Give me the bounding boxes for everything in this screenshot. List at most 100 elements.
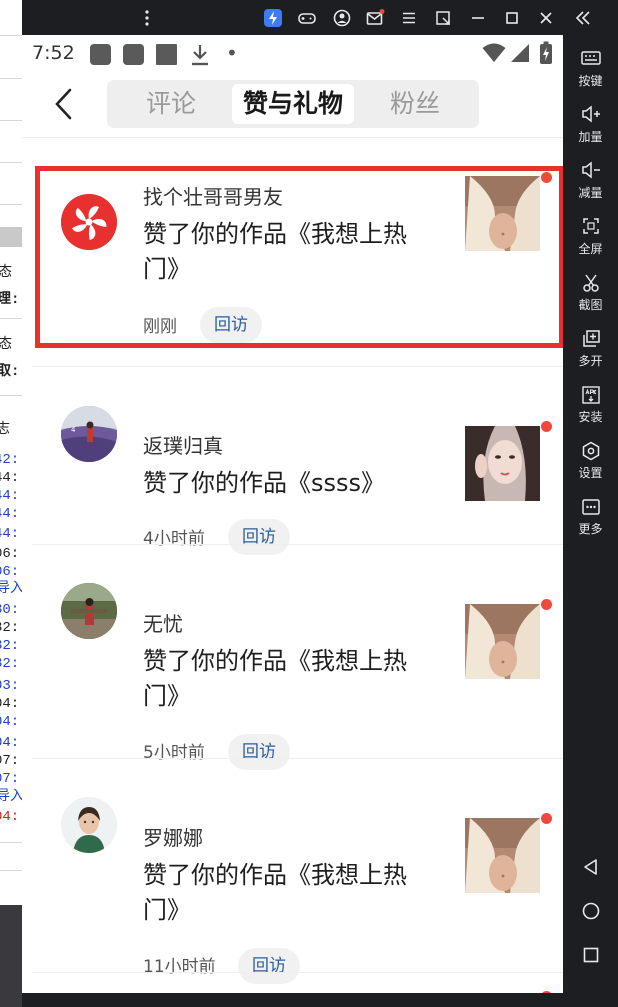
host-text-fragment: 志 — [0, 422, 10, 438]
sidebar-label: 按键 — [578, 74, 603, 88]
more-vert-icon[interactable] — [137, 8, 157, 28]
home-circle-icon[interactable] — [573, 901, 609, 929]
sidebar-settings-button[interactable]: 设置 — [563, 441, 618, 481]
sidebar-keymap-button[interactable]: 按键 — [563, 49, 618, 89]
mail-icon[interactable] — [365, 8, 385, 28]
tab-comments[interactable]: 评论 — [111, 84, 231, 124]
timestamp: 4小时前 — [143, 529, 205, 549]
selection-highlight — [35, 166, 563, 348]
host-text-fragment: 44: — [0, 488, 20, 504]
maximize-icon[interactable] — [502, 8, 522, 28]
back-button[interactable] — [50, 87, 80, 121]
thumbnail-image — [465, 604, 540, 679]
username[interactable]: 罗娜娜 — [143, 822, 203, 851]
notification-item[interactable]: 无忧 赞了你的作品《我想上热门》 5小时前 回访 — [22, 553, 563, 770]
post-thumbnail[interactable] — [465, 818, 540, 893]
host-text-fragment: 04: — [0, 809, 20, 825]
notification-app-icon — [123, 44, 144, 65]
sidebar-label: 更多 — [578, 522, 603, 536]
account-icon[interactable] — [332, 8, 352, 28]
post-thumbnail[interactable] — [465, 426, 540, 501]
like-message: 赞了你的作品《我想上热门》 — [143, 647, 407, 710]
avatar[interactable] — [61, 583, 117, 639]
resize-icon[interactable] — [433, 8, 453, 28]
chevron-left-icon — [55, 88, 72, 120]
host-text-fragment: 03: — [0, 678, 20, 694]
host-text-fragment: 07: — [0, 771, 20, 787]
avatar-photo: 4 — [61, 406, 117, 462]
bolt-icon[interactable] — [263, 8, 283, 28]
sidebar-fullscreen-button[interactable]: 全屏 — [563, 217, 618, 257]
host-text-fragment: 导入 — [0, 581, 22, 597]
avatar[interactable]: 4 — [61, 406, 117, 462]
host-text-fragment: 理: — [0, 292, 20, 308]
signal-icon — [510, 43, 530, 67]
host-row-band — [0, 227, 22, 247]
host-text-fragment: 32: — [0, 638, 20, 654]
multi-open-icon — [563, 329, 618, 351]
revisit-button[interactable]: 回访 — [228, 734, 290, 770]
close-icon[interactable] — [536, 8, 556, 28]
sidebar-label: 加量 — [578, 130, 603, 144]
status-dot: • — [226, 41, 238, 65]
svg-text:4: 4 — [71, 426, 76, 434]
host-text-fragment: 态 — [0, 337, 12, 353]
host-text-fragment: 44: — [0, 506, 20, 522]
thumbnail-image — [465, 426, 540, 501]
sidebar-label: 全屏 — [578, 242, 603, 256]
minimize-icon[interactable] — [468, 8, 488, 28]
keyboard-icon — [563, 49, 618, 71]
avatar-photo — [61, 583, 117, 639]
username[interactable]: 无忧 — [143, 608, 183, 637]
tab-bar: 评论 赞与礼物 粉丝 — [107, 80, 479, 128]
unread-dot — [541, 991, 552, 993]
tab-likes-gifts[interactable]: 赞与礼物 — [232, 84, 354, 124]
username[interactable]: 返璞归真 — [143, 430, 223, 459]
wifi-icon — [482, 43, 506, 67]
scissors-icon — [563, 273, 618, 295]
host-text-fragment: 06: — [0, 564, 20, 580]
host-text-fragment: 态 — [0, 265, 12, 281]
revisit-button[interactable]: 回访 — [228, 519, 290, 555]
avatar[interactable] — [61, 797, 117, 853]
header-divider — [22, 137, 563, 138]
recents-square-icon[interactable] — [573, 945, 609, 973]
sidebar-install-apk-button[interactable]: 安装 — [563, 385, 618, 425]
sidebar-volume-down-button[interactable]: 减量 — [563, 161, 618, 201]
notification-item[interactable]: 4 返璞归真 赞了你的作品《ssss》 4小时前 回访 — [22, 375, 563, 555]
notification-app-icon — [90, 44, 111, 65]
unread-dot — [541, 421, 552, 432]
fullscreen-icon — [563, 217, 618, 239]
row-divider — [32, 544, 563, 545]
back-triangle-icon[interactable] — [573, 857, 609, 885]
unread-dot — [541, 599, 552, 610]
collapse-icon[interactable] — [573, 8, 593, 28]
avatar-photo — [61, 797, 117, 853]
sidebar-volume-up-button[interactable]: 加量 — [563, 105, 618, 145]
sidebar-label: 截图 — [578, 298, 603, 312]
sidebar-label: 安装 — [578, 410, 603, 424]
menu-icon[interactable] — [399, 8, 419, 28]
emulator-titlebar — [22, 0, 618, 35]
host-text-fragment: 30: — [0, 602, 20, 618]
tab-fans[interactable]: 粉丝 — [355, 84, 475, 124]
host-text-fragment: 04: — [0, 714, 20, 730]
host-text-fragment: 44: — [0, 526, 20, 542]
host-text-fragment: 44: — [0, 470, 20, 486]
sidebar-label: 多开 — [578, 354, 603, 368]
sidebar-multi-open-button[interactable]: 多开 — [563, 329, 618, 369]
like-message: 赞了你的作品《ssss》 — [143, 469, 386, 497]
timestamp: 5小时前 — [143, 743, 205, 763]
gamepad-icon[interactable] — [297, 8, 317, 28]
host-text-fragment: 32: — [0, 620, 20, 636]
battery-icon — [539, 41, 553, 69]
post-thumbnail[interactable] — [465, 604, 540, 679]
sidebar-more-button[interactable]: 更多 — [563, 497, 618, 537]
host-text-fragment: 取: — [0, 364, 20, 380]
unread-dot — [541, 813, 552, 824]
host-window-background: 态 理: 态 取: 志 42: 44: 44: 44: 44: 06: 06: … — [0, 0, 22, 1007]
sidebar-screenshot-button[interactable]: 截图 — [563, 273, 618, 313]
revisit-button[interactable]: 回访 — [238, 948, 300, 984]
notification-item[interactable]: 罗娜娜 赞了你的作品《我想上热门》 11小时前 回访 — [22, 767, 563, 984]
sidebar-label: 减量 — [578, 186, 603, 200]
